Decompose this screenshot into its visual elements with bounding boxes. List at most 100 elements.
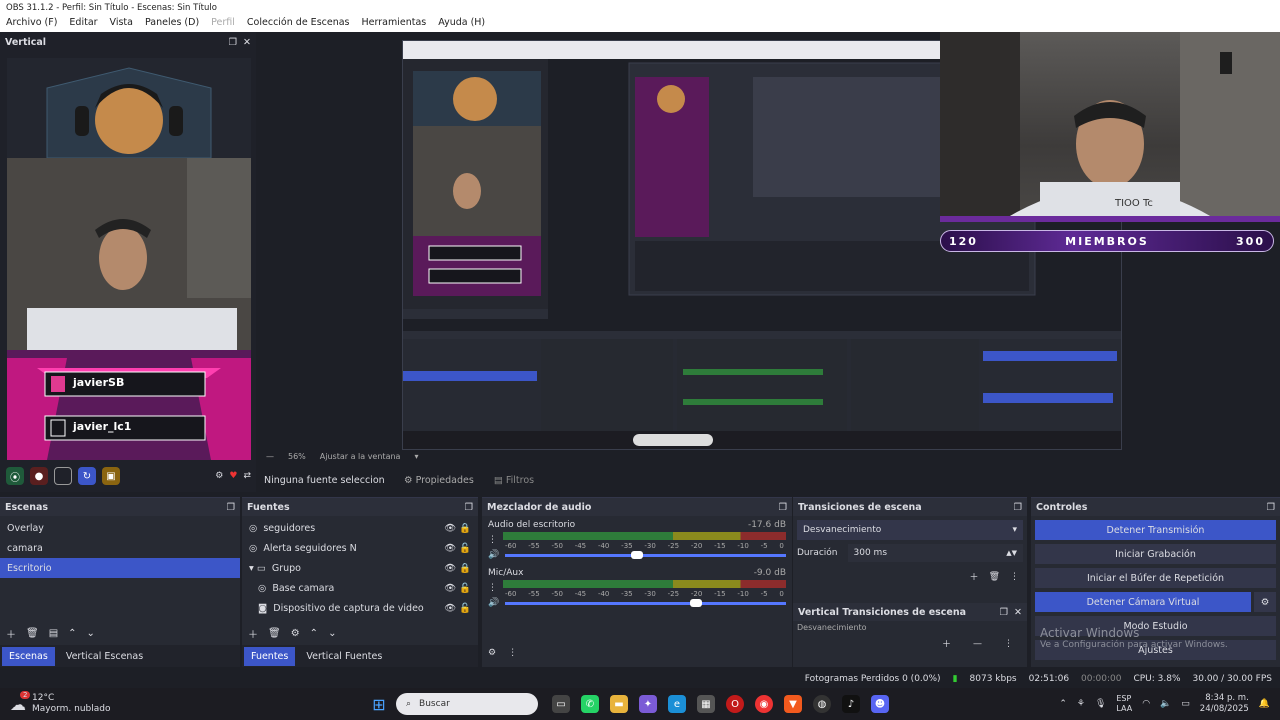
obs-icon[interactable]: ◍ <box>813 695 831 713</box>
discord-icon[interactable]: ☻ <box>871 695 889 713</box>
stop-virtual-camera-button[interactable]: Detener Cámara Virtual <box>1035 592 1251 612</box>
filters-button[interactable]: ▤ Filtros <box>494 475 534 486</box>
trash-icon[interactable]: 🗑 <box>268 628 281 639</box>
slider-knob[interactable] <box>690 598 703 607</box>
main-preview[interactable]: TIOO Tc 120 MIEMBROS 300 <box>256 32 1280 462</box>
vertical-canvas[interactable]: javierSB javier_lc1 <box>7 58 251 460</box>
chevron-down-icon[interactable]: ▾ <box>249 563 254 574</box>
volume-icon[interactable]: 🔈 <box>1160 699 1171 709</box>
speaker-icon[interactable]: 🔊 <box>488 550 499 560</box>
store-icon[interactable]: ▦ <box>697 695 715 713</box>
lock-icon[interactable]: 🔓 <box>459 603 471 614</box>
chevron-up-icon[interactable]: ⌃ <box>310 628 318 639</box>
add-icon[interactable]: ＋ <box>970 570 979 583</box>
menu-ayuda[interactable]: Ayuda (H) <box>438 17 485 30</box>
lock-icon[interactable]: 🔒 <box>459 523 471 534</box>
add-icon[interactable]: ＋ <box>942 637 951 650</box>
weather-widget[interactable]: ☁ 2 12°C Mayorm. nublado <box>0 690 370 715</box>
opera-icon[interactable]: O <box>726 695 744 713</box>
file-explorer-icon[interactable]: ▬ <box>610 695 628 713</box>
kebab-icon[interactable]: ⋮ <box>1010 572 1019 582</box>
vertical-transition-select[interactable]: Desvanecimiento <box>797 623 1023 631</box>
chrome-icon[interactable]: ◉ <box>755 695 773 713</box>
notification-icon[interactable]: 🔔 <box>1259 699 1270 709</box>
undock-icon[interactable]: ❐ <box>1266 502 1275 513</box>
record-icon[interactable]: ● <box>30 467 48 485</box>
gear-icon[interactable]: ⚙ <box>488 648 496 658</box>
chevron-down-icon[interactable]: ⌄ <box>87 628 95 639</box>
source-item[interactable]: ◎ Alerta seguidores N 👁 🔓 <box>242 538 478 558</box>
menu-vista[interactable]: Vista <box>110 17 133 30</box>
lock-icon[interactable]: 🔒 <box>459 563 471 574</box>
volume-slider[interactable] <box>505 550 786 559</box>
transition-select[interactable]: Desvanecimiento ▾ <box>797 520 1023 540</box>
lock-icon[interactable]: 🔓 <box>459 543 471 554</box>
menu-editar[interactable]: Editar <box>69 17 97 30</box>
camera-icon[interactable]: ▣ <box>102 467 120 485</box>
stream-icon[interactable]: ⦿ <box>6 467 24 485</box>
eye-icon[interactable]: 👁 <box>444 543 456 554</box>
speaker-icon[interactable]: 🔊 <box>488 598 499 608</box>
eye-icon[interactable]: 👁 <box>444 603 456 614</box>
undock-icon[interactable]: ❐ <box>1013 502 1022 513</box>
add-icon[interactable]: ＋ <box>248 626 258 641</box>
language-indicator[interactable]: ESP LAA <box>1116 694 1132 714</box>
zoom-fit[interactable]: Ajustar a la ventana <box>320 452 401 464</box>
search-box[interactable]: ⌕ Buscar <box>396 693 538 715</box>
minus-icon[interactable]: — <box>973 639 982 649</box>
close-icon[interactable]: ✕ <box>243 37 251 48</box>
gear-icon[interactable]: ⚙ <box>291 628 300 639</box>
chevron-down-icon[interactable]: ▾ <box>414 452 418 464</box>
tab-vertical-fuentes[interactable]: Vertical Fuentes <box>299 647 389 666</box>
battery-icon[interactable]: ▭ <box>1181 699 1190 709</box>
source-item[interactable]: ◎ Base camara 👁 🔓 <box>242 578 478 598</box>
mic-icon[interactable]: 🎙 <box>1095 699 1106 709</box>
chevron-down-icon[interactable]: ⌄ <box>328 628 336 639</box>
kebab-icon[interactable]: ⋮ <box>508 648 517 658</box>
menu-herramientas[interactable]: Herramientas <box>362 17 427 30</box>
heart-icon[interactable]: ♥ <box>229 471 237 481</box>
kebab-icon[interactable]: ⋮ <box>488 583 497 593</box>
stepper-icon[interactable]: ▲▼ <box>1006 549 1017 557</box>
eye-icon[interactable]: 👁 <box>444 563 456 574</box>
windows-start-icon[interactable]: ⊞ <box>370 695 388 714</box>
menu-coleccion[interactable]: Colección de Escenas <box>247 17 350 30</box>
chevron-up-icon[interactable]: ⌃ <box>68 628 76 639</box>
menu-perfil[interactable]: Perfil <box>211 17 235 30</box>
source-item[interactable]: ◙ Dispositivo de captura de video 👁 🔓 <box>242 598 478 618</box>
brave-icon[interactable]: ▼ <box>784 695 802 713</box>
swap-icon[interactable]: ⇄ <box>243 471 251 481</box>
gear-icon[interactable]: ⚙ <box>1254 592 1276 612</box>
source-item[interactable]: ◎ seguidores 👁 🔒 <box>242 518 478 538</box>
eye-icon[interactable]: 👁 <box>444 583 456 594</box>
menu-archivo[interactable]: Archivo (F) <box>6 17 57 30</box>
replay-icon[interactable]: ↻ <box>78 467 96 485</box>
stop-icon[interactable] <box>54 467 72 485</box>
add-icon[interactable]: ＋ <box>6 626 16 641</box>
close-icon[interactable]: ✕ <box>1014 607 1022 618</box>
scene-item-escritorio[interactable]: Escritorio <box>0 558 240 578</box>
network-icon[interactable]: ⚘ <box>1077 699 1085 709</box>
wifi-icon[interactable]: ◠ <box>1142 699 1150 709</box>
copilot-icon[interactable]: ✦ <box>639 695 657 713</box>
volume-slider[interactable] <box>505 598 786 607</box>
tab-fuentes[interactable]: Fuentes <box>244 646 296 666</box>
menu-paneles[interactable]: Paneles (D) <box>145 17 199 30</box>
duration-field[interactable]: 300 ms ▲▼ <box>847 544 1023 562</box>
scene-item-overlay[interactable]: Overlay <box>0 518 240 538</box>
kebab-icon[interactable]: ⋮ <box>1004 639 1013 649</box>
filter-icon[interactable]: ▤ <box>49 628 58 639</box>
trash-icon[interactable]: 🗑 <box>26 628 39 639</box>
zoom-minus[interactable]: — <box>266 452 274 464</box>
edge-icon[interactable]: e <box>668 695 686 713</box>
undock-icon[interactable]: ❐ <box>778 502 787 513</box>
task-view-icon[interactable]: ▭ <box>552 695 570 713</box>
scene-item-camara[interactable]: camara <box>0 538 240 558</box>
undock-icon[interactable]: ❐ <box>226 502 235 513</box>
slider-knob[interactable] <box>631 550 644 559</box>
whatsapp-icon[interactable]: ✆ <box>581 695 599 713</box>
chevron-up-icon[interactable]: ⌃ <box>1059 699 1067 709</box>
undock-icon[interactable]: ❐ <box>229 37 238 48</box>
tab-vertical-escenas[interactable]: Vertical Escenas <box>59 647 150 666</box>
lock-icon[interactable]: 🔓 <box>459 583 471 594</box>
